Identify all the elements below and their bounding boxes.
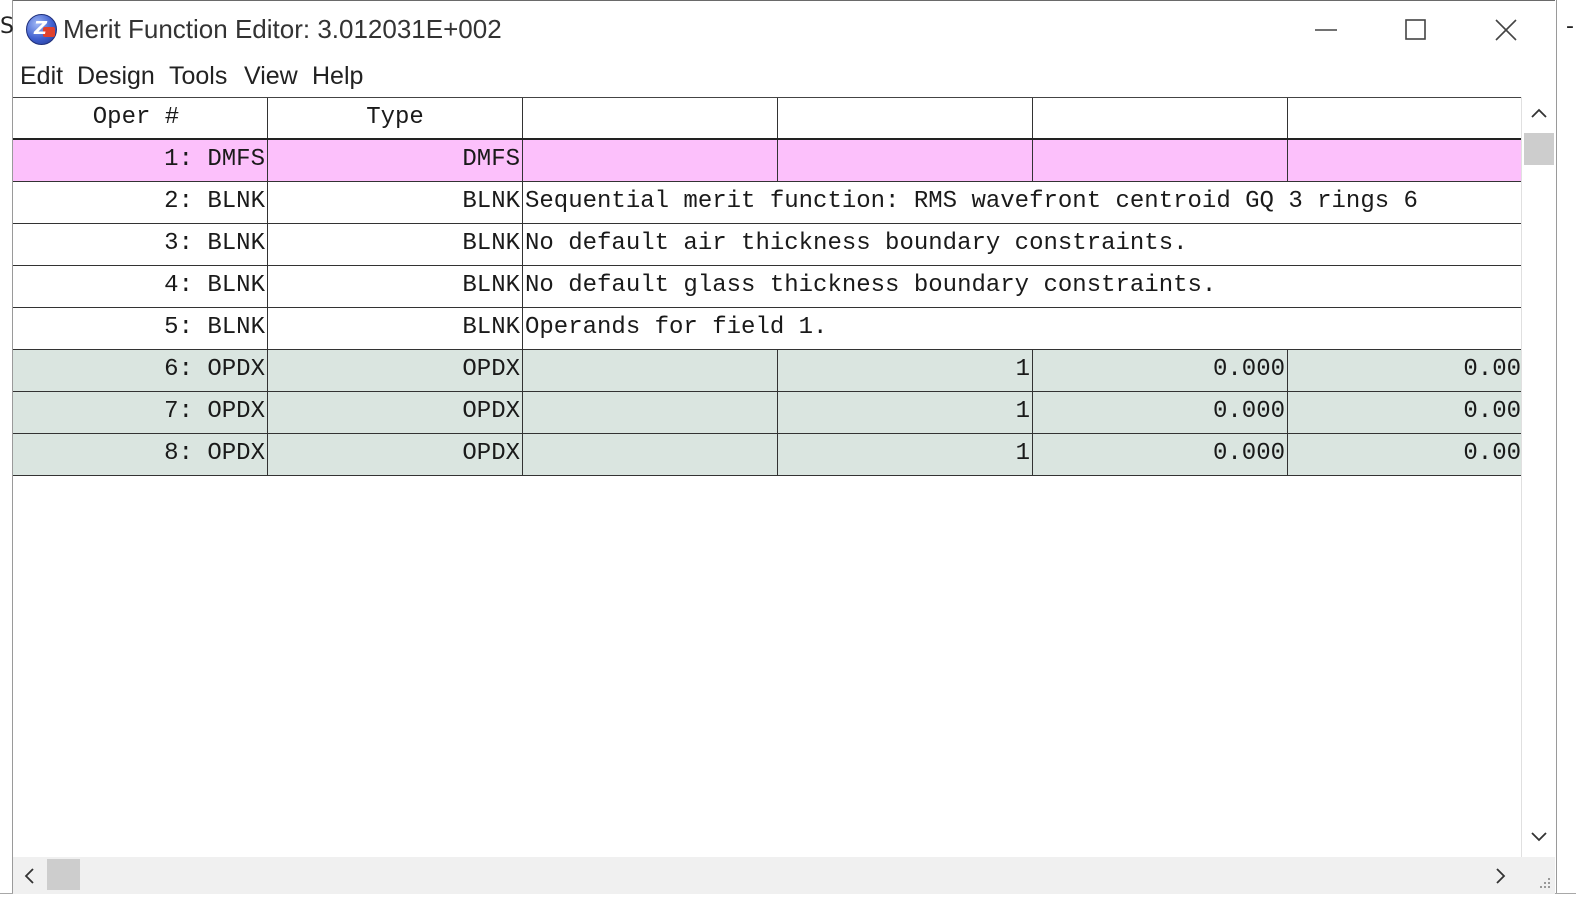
minimize-icon bbox=[1315, 29, 1337, 31]
table-row[interactable]: 8: OPDX OPDX 1 0.000 0.00 bbox=[13, 434, 1521, 476]
row-comment-cell[interactable]: No default air thickness boundary constr… bbox=[525, 224, 1521, 265]
table-row[interactable]: 2: BLNK BLNK Sequential merit function: … bbox=[13, 182, 1521, 224]
row-type-cell[interactable]: OPDX bbox=[268, 350, 523, 391]
header-col-6[interactable] bbox=[1288, 98, 1521, 138]
row-value-cell[interactable] bbox=[523, 350, 778, 391]
row-value-cell[interactable] bbox=[778, 140, 1033, 181]
row-oper-cell[interactable]: 1: DMFS bbox=[13, 140, 268, 181]
row-value-cell[interactable]: 0.00 bbox=[1288, 350, 1521, 391]
header-col-4[interactable] bbox=[778, 98, 1033, 138]
row-value-cell[interactable] bbox=[523, 434, 778, 475]
row-type-cell[interactable]: DMFS bbox=[268, 140, 523, 181]
maximize-button[interactable] bbox=[1371, 1, 1461, 59]
zemax-app-icon[interactable]: Z bbox=[26, 14, 57, 45]
row-value-cell[interactable]: 0.00 bbox=[1288, 392, 1521, 433]
row-value-cell[interactable] bbox=[523, 392, 778, 433]
row-type-cell[interactable]: OPDX bbox=[268, 392, 523, 433]
row-type-cell[interactable]: OPDX bbox=[268, 434, 523, 475]
close-button[interactable] bbox=[1461, 1, 1551, 59]
row-oper-cell[interactable]: 6: OPDX bbox=[13, 350, 268, 391]
grid-header-row: Oper # Type bbox=[13, 98, 1521, 140]
background-window-left: S bbox=[0, 0, 13, 906]
scroll-right-icon[interactable] bbox=[1495, 867, 1507, 885]
header-col-5[interactable] bbox=[1033, 98, 1288, 138]
menu-edit[interactable]: Edit bbox=[20, 62, 63, 91]
resize-corner[interactable] bbox=[1521, 857, 1555, 894]
row-oper-cell[interactable]: 2: BLNK bbox=[13, 182, 268, 223]
scroll-down-icon[interactable] bbox=[1530, 831, 1548, 843]
row-comment-cell[interactable]: No default glass thickness boundary cons… bbox=[525, 266, 1521, 307]
scroll-left-icon[interactable] bbox=[23, 867, 35, 885]
background-text-right: - bbox=[1566, 14, 1574, 39]
background-window-bottom bbox=[0, 893, 1576, 906]
row-type-cell[interactable]: BLNK bbox=[268, 308, 523, 349]
row-value-cell[interactable]: 0.000 bbox=[1033, 392, 1288, 433]
row-comment-cell[interactable]: Sequential merit function: RMS wavefront… bbox=[525, 182, 1521, 223]
header-col-3[interactable] bbox=[523, 98, 778, 138]
row-type-cell[interactable]: BLNK bbox=[268, 182, 523, 223]
table-row[interactable]: 3: BLNK BLNK No default air thickness bo… bbox=[13, 224, 1521, 266]
resize-grip-icon[interactable] bbox=[1537, 876, 1551, 890]
table-row[interactable]: 1: DMFS DMFS bbox=[13, 140, 1521, 182]
row-value-cell[interactable] bbox=[1033, 140, 1288, 181]
table-row[interactable]: 5: BLNK BLNK Operands for field 1. bbox=[13, 308, 1521, 350]
vertical-scrollbar[interactable] bbox=[1521, 97, 1555, 857]
close-icon bbox=[1495, 19, 1517, 41]
horizontal-scrollbar[interactable] bbox=[13, 857, 1521, 894]
row-oper-cell[interactable]: 8: OPDX bbox=[13, 434, 268, 475]
table-row[interactable]: 6: OPDX OPDX 1 0.000 0.00 bbox=[13, 350, 1521, 392]
table-row[interactable]: 4: BLNK BLNK No default glass thickness … bbox=[13, 266, 1521, 308]
row-value-cell[interactable]: 1 bbox=[778, 392, 1033, 433]
title-bar[interactable]: Z Merit Function Editor: 3.012031E+002 bbox=[13, 1, 1555, 59]
row-value-cell[interactable] bbox=[523, 140, 778, 181]
row-type-cell[interactable]: BLNK bbox=[268, 266, 523, 307]
minimize-button[interactable] bbox=[1281, 1, 1371, 59]
operand-grid[interactable]: Oper # Type 1: DMFS DMFS 2: BLNK BLNK Se… bbox=[13, 97, 1521, 857]
row-value-cell[interactable]: 1 bbox=[778, 350, 1033, 391]
menu-bar: Edit Design Tools View Help bbox=[13, 59, 1555, 97]
maximize-icon bbox=[1405, 19, 1426, 40]
row-oper-cell[interactable]: 5: BLNK bbox=[13, 308, 268, 349]
background-window-right: - bbox=[1556, 0, 1576, 906]
header-oper[interactable]: Oper # bbox=[13, 98, 268, 138]
menu-design[interactable]: Design bbox=[77, 62, 155, 91]
row-oper-cell[interactable]: 3: BLNK bbox=[13, 224, 268, 265]
scroll-up-icon[interactable] bbox=[1530, 107, 1548, 119]
row-oper-cell[interactable]: 4: BLNK bbox=[13, 266, 268, 307]
row-comment-cell[interactable]: Operands for field 1. bbox=[525, 308, 1521, 349]
row-value-cell[interactable]: 0.000 bbox=[1033, 434, 1288, 475]
merit-function-editor-window: Z Merit Function Editor: 3.012031E+002 E… bbox=[13, 0, 1555, 894]
row-type-cell[interactable]: BLNK bbox=[268, 224, 523, 265]
background-text-left: S bbox=[0, 14, 13, 39]
menu-view[interactable]: View bbox=[244, 62, 298, 91]
row-oper-cell[interactable]: 7: OPDX bbox=[13, 392, 268, 433]
horizontal-scroll-thumb[interactable] bbox=[47, 859, 80, 890]
menu-help[interactable]: Help bbox=[312, 62, 363, 91]
vertical-scroll-thumb[interactable] bbox=[1524, 133, 1554, 165]
row-value-cell[interactable]: 0.00 bbox=[1288, 434, 1521, 475]
menu-tools[interactable]: Tools bbox=[169, 62, 227, 91]
app-icon-letter: Z bbox=[34, 18, 48, 39]
row-value-cell[interactable] bbox=[1288, 140, 1521, 181]
window-title: Merit Function Editor: 3.012031E+002 bbox=[63, 14, 502, 44]
row-value-cell[interactable]: 0.000 bbox=[1033, 350, 1288, 391]
row-value-cell[interactable]: 1 bbox=[778, 434, 1033, 475]
table-row[interactable]: 7: OPDX OPDX 1 0.000 0.00 bbox=[13, 392, 1521, 434]
header-type[interactable]: Type bbox=[268, 98, 523, 138]
